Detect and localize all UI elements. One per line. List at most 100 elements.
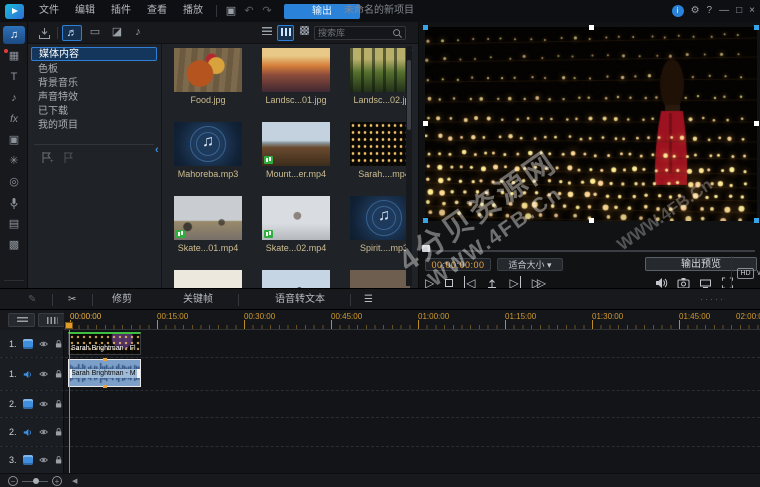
menu-file[interactable]: 文件 — [31, 0, 67, 22]
lock-icon[interactable] — [54, 338, 63, 350]
lock-icon[interactable] — [54, 454, 63, 466]
filter-photo-button[interactable]: ◪ — [107, 25, 127, 41]
eye-icon[interactable] — [39, 339, 48, 349]
media-thumb-food[interactable] — [174, 48, 242, 92]
media-thumb-audio[interactable]: ♫ — [350, 196, 410, 240]
media-thumb-candles[interactable]: ✓ — [350, 122, 410, 166]
filter-audio-button[interactable]: ♪ — [129, 25, 147, 41]
maximize-button[interactable]: □ — [736, 0, 742, 22]
edit-tag-flag-icon[interactable] — [62, 150, 78, 166]
voiceover-mic-icon[interactable] — [3, 194, 25, 212]
collapse-panel-chevron[interactable]: ‹ — [155, 144, 159, 156]
redo-icon[interactable]: ↷ — [258, 0, 276, 22]
media-thumb-landscape2[interactable] — [350, 48, 410, 92]
mask-room-icon[interactable]: ◎ — [3, 173, 25, 191]
close-button[interactable]: × — [749, 0, 755, 22]
lock-icon[interactable] — [54, 426, 63, 438]
list-view-button[interactable] — [258, 25, 275, 41]
particle-room-icon[interactable]: ✳ — [3, 152, 25, 170]
media-thumb-mountain[interactable] — [262, 122, 330, 166]
media-thumb-skate2[interactable] — [262, 196, 330, 240]
add-tag-flag-icon[interactable]: + — [40, 150, 56, 166]
audio-room-icon[interactable]: ♪ — [3, 89, 25, 107]
lock-icon[interactable] — [54, 398, 63, 410]
transform-handle-mr[interactable] — [754, 121, 759, 126]
clip-trim-handle-right[interactable] — [137, 369, 140, 378]
import-media-button[interactable] — [34, 25, 54, 41]
media-thumb[interactable] — [174, 270, 242, 288]
media-thumb[interactable] — [262, 270, 330, 288]
overlay-room-icon[interactable]: ▣ — [3, 131, 25, 149]
eye-icon[interactable] — [39, 427, 48, 437]
zoom-in-button[interactable]: + — [52, 476, 62, 486]
marker-button[interactable] — [38, 313, 65, 327]
category-bg-music[interactable]: 背景音乐 — [31, 77, 157, 91]
menu-view[interactable]: 查看 — [139, 0, 175, 22]
quality-chevron-icon[interactable]: ∨ — [756, 268, 760, 277]
scroll-left-icon[interactable]: ◀ — [72, 477, 77, 485]
speech-to-text-button[interactable]: 语音转文本 — [275, 289, 325, 311]
split-scissors-icon[interactable]: ✂ — [68, 289, 76, 311]
eye-icon[interactable] — [39, 455, 48, 465]
category-color-boards[interactable]: 色板 — [31, 63, 157, 77]
detail-view-button[interactable] — [277, 25, 294, 41]
timeline-video-clip[interactable]: Sarah Brightman - Fl — [68, 332, 141, 355]
thumbnail-view-button[interactable] — [296, 25, 312, 41]
title-room-icon[interactable]: T — [3, 68, 25, 86]
keyframe-marker[interactable] — [103, 385, 107, 388]
library-scrollbar[interactable] — [406, 46, 412, 286]
seek-bar[interactable] — [425, 250, 755, 252]
effects-room-icon[interactable]: fx — [3, 110, 25, 128]
category-media-content[interactable]: 媒体内容 — [31, 47, 157, 61]
settings-gear-icon[interactable]: ⚙ — [691, 0, 700, 22]
help-button[interactable]: ? — [707, 0, 713, 22]
eye-icon[interactable] — [39, 399, 48, 409]
transform-handle-tr[interactable] — [754, 25, 759, 30]
media-thumb[interactable] — [350, 270, 410, 288]
transform-handle-tc[interactable] — [589, 25, 594, 30]
category-downloaded[interactable]: 已下载 — [31, 105, 157, 119]
menu-plugins[interactable]: 插件 — [103, 0, 139, 22]
minimize-button[interactable]: — — [719, 0, 729, 22]
transform-handle-tl[interactable] — [423, 25, 428, 30]
zoom-slider[interactable] — [22, 481, 48, 482]
media-thumb-audio[interactable]: ♫ — [174, 122, 242, 166]
category-sound-fx[interactable]: 声音特效 — [31, 91, 157, 105]
media-thumb-landscape1[interactable] — [262, 48, 330, 92]
media-thumb-skate1[interactable] — [174, 196, 242, 240]
transform-handle-br[interactable] — [754, 218, 759, 223]
track-manager-button[interactable] — [8, 313, 35, 327]
scrollbar-thumb[interactable] — [407, 60, 411, 130]
transform-handle-ml[interactable] — [423, 121, 428, 126]
timeline-ruler[interactable]: 00:00:00 00:15:00 00:30:00 00:45:00 01:0… — [64, 310, 760, 330]
keyframe-marker[interactable] — [103, 358, 107, 361]
account-icon[interactable]: i — [672, 5, 684, 17]
menu-edit[interactable]: 编辑 — [67, 0, 103, 22]
preview-quality-badge[interactable]: HD — [737, 268, 754, 279]
library-search[interactable] — [314, 26, 406, 40]
seek-handle[interactable] — [422, 245, 430, 252]
lock-icon[interactable] — [54, 368, 63, 380]
list-options-icon[interactable]: ☰ — [364, 289, 373, 311]
playhead-handle[interactable] — [65, 322, 73, 329]
keyframe-button[interactable]: 关键帧 — [183, 289, 213, 311]
preview-video[interactable] — [425, 27, 757, 221]
stop-button[interactable] — [445, 279, 453, 287]
menu-play[interactable]: 播放 — [175, 0, 211, 22]
media-room-icon[interactable]: ♫ — [3, 26, 25, 44]
zoom-slider-handle[interactable] — [33, 478, 39, 484]
filter-all-media-button[interactable]: ♬ — [62, 25, 82, 41]
transform-handle-bc[interactable] — [589, 218, 594, 223]
zoom-fit-dropdown[interactable]: 适合大小 ▾ — [497, 258, 563, 271]
filter-video-button[interactable]: ▭ — [85, 25, 105, 41]
search-input[interactable] — [315, 28, 392, 38]
zoom-out-button[interactable]: − — [8, 476, 18, 486]
save-project-icon[interactable]: ▣ — [222, 0, 240, 22]
eye-icon[interactable] — [39, 369, 48, 379]
timeline-audio-clip[interactable]: Sarah Brightman - M — [68, 359, 141, 387]
transform-handle-bl[interactable] — [423, 218, 428, 223]
draw-pencil-icon[interactable]: ✎ — [28, 289, 36, 311]
trim-button[interactable]: 修剪 — [112, 289, 132, 311]
mixer-room-icon[interactable]: ▤ — [3, 215, 25, 233]
panel-resize-handle[interactable]: ····· — [700, 298, 722, 301]
